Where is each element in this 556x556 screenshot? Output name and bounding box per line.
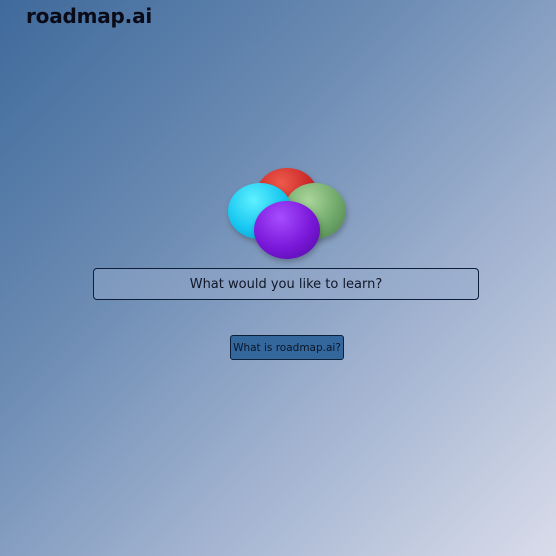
learn-topic-input[interactable] [93, 268, 479, 300]
purple-orb-icon [254, 201, 320, 259]
what-is-roadmap-button[interactable]: What is roadmap.ai? [230, 335, 344, 360]
hero-orbs-icon [226, 166, 350, 262]
site-logo[interactable]: roadmap.ai [26, 4, 152, 28]
